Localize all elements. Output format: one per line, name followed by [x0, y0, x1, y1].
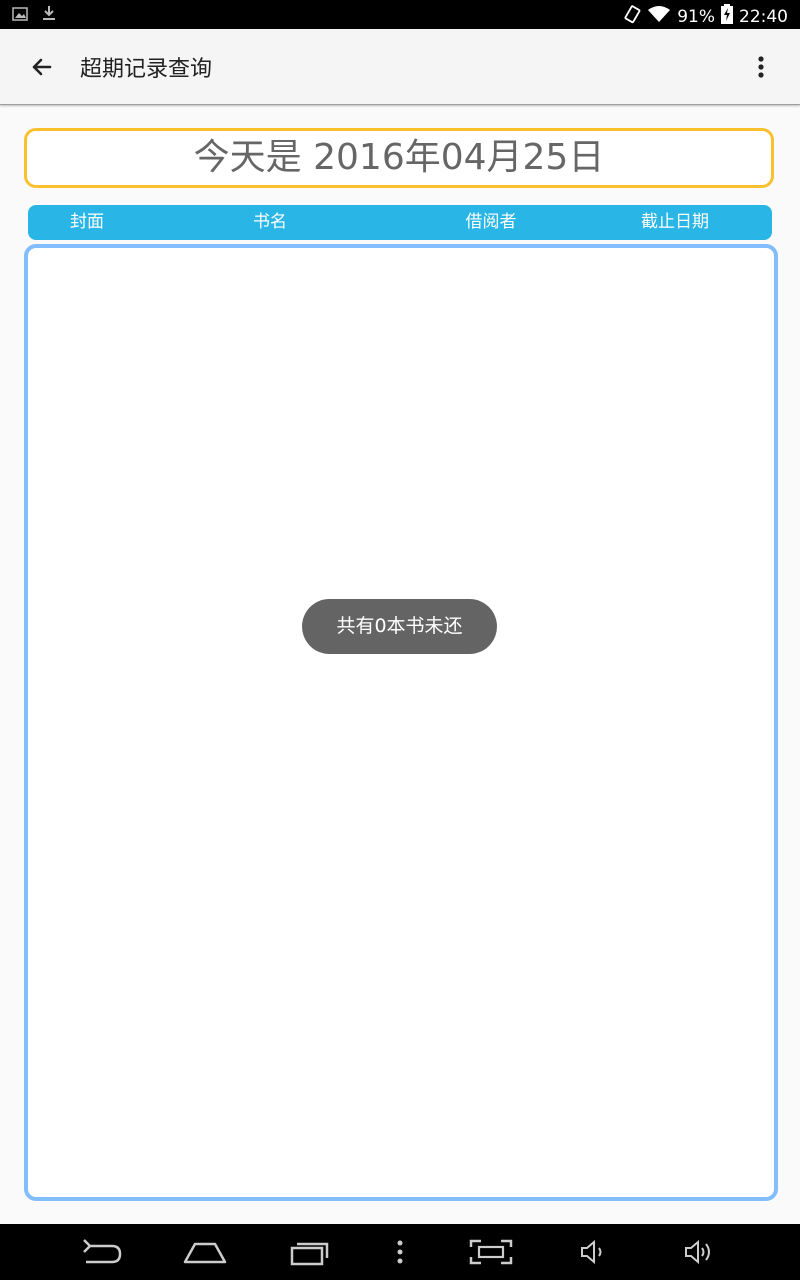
overdue-list[interactable]: [24, 244, 778, 1201]
battery-text: 91%: [677, 6, 715, 27]
wifi-icon: [647, 5, 671, 28]
rotate-icon: [623, 4, 641, 29]
status-bar: 91% 22:40: [0, 0, 800, 29]
volume-down-icon[interactable]: [578, 1234, 608, 1270]
arrow-back-icon[interactable]: [26, 51, 58, 83]
image-icon: [12, 6, 28, 25]
volume-up-icon[interactable]: [682, 1234, 714, 1270]
page-title: 超期记录查询: [80, 57, 213, 82]
menu-dots-icon[interactable]: [390, 1234, 410, 1270]
navigation-bar: [0, 1224, 800, 1280]
column-header-cover: 封面: [70, 212, 104, 232]
app-bar: 超期记录查询: [0, 29, 800, 105]
more-vert-icon[interactable]: [746, 51, 776, 83]
clock: 22:40: [739, 6, 788, 27]
battery-charging-icon: [721, 4, 733, 29]
column-header-borrower: 借阅者: [465, 212, 517, 232]
home-icon[interactable]: [182, 1234, 228, 1270]
column-header-title: 书名: [253, 212, 287, 232]
recents-icon[interactable]: [288, 1234, 332, 1270]
table-header: 封面 书名 借阅者 截止日期: [28, 205, 772, 240]
screenshot-icon[interactable]: [468, 1234, 514, 1270]
back-icon[interactable]: [80, 1234, 124, 1270]
column-header-due-date: 截止日期: [641, 212, 709, 232]
toast-message: 共有0本书未还: [302, 599, 497, 654]
download-icon: [42, 5, 56, 25]
date-banner: 今天是 2016年04月25日: [24, 128, 774, 188]
